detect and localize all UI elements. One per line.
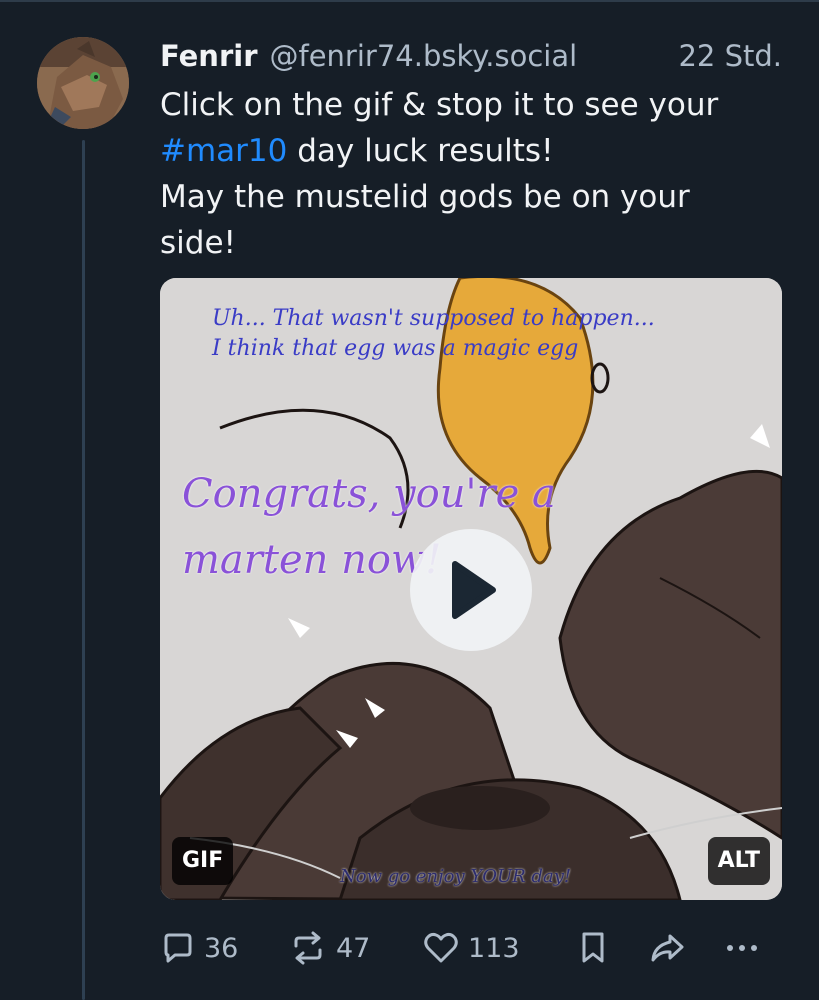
post-actions: 36 47 113 — [160, 922, 780, 974]
avatar[interactable] — [37, 37, 129, 129]
reply-count: 36 — [204, 932, 239, 964]
post-text-line: #mar10 day luck results! — [160, 133, 554, 169]
hashtag-link[interactable]: #mar10 — [160, 133, 287, 169]
author-name[interactable]: Fenrir — [160, 39, 258, 73]
top-divider — [0, 0, 819, 2]
avatar-image — [37, 37, 129, 129]
author-handle[interactable]: @fenrir74.bsky.social — [270, 39, 578, 73]
bookmark-icon — [582, 932, 604, 963]
post-timestamp[interactable]: 22 Std. — [678, 39, 782, 73]
share-button[interactable] — [648, 930, 724, 966]
gif-caption: Uh... That wasn't supposed to happen... … — [212, 306, 655, 361]
bookmark-button[interactable] — [578, 930, 648, 966]
reply-icon — [164, 933, 192, 963]
post-text: Click on the gif & stop it to see your #… — [160, 82, 780, 266]
gif-media[interactable]: Uh... That wasn't supposed to happen... … — [160, 278, 782, 900]
play-button[interactable] — [410, 529, 532, 651]
gif-badge: GIF — [172, 837, 234, 885]
share-icon — [651, 934, 684, 962]
gif-footer-text: Now go enjoy YOUR day! — [340, 866, 572, 887]
alt-text-button[interactable]: ALT — [707, 837, 770, 885]
post-text-line: side! — [160, 225, 236, 261]
post-header: Fenrir @fenrir74.bsky.social 22 Std. — [160, 34, 782, 78]
play-icon — [452, 561, 496, 619]
reply-button[interactable]: 36 — [160, 930, 288, 966]
heart-icon — [424, 932, 458, 963]
more-options-button[interactable] — [724, 930, 764, 966]
repost-icon — [294, 931, 322, 965]
post-text-line: Click on the gif & stop it to see your — [160, 87, 719, 123]
thread-line — [82, 140, 85, 1000]
repost-count: 47 — [336, 932, 371, 964]
repost-button[interactable]: 47 — [288, 930, 422, 966]
like-count: 113 — [468, 932, 520, 964]
more-icon — [727, 945, 757, 951]
post-text-line: May the mustelid gods be on your — [160, 179, 690, 215]
like-button[interactable]: 113 — [422, 930, 578, 966]
